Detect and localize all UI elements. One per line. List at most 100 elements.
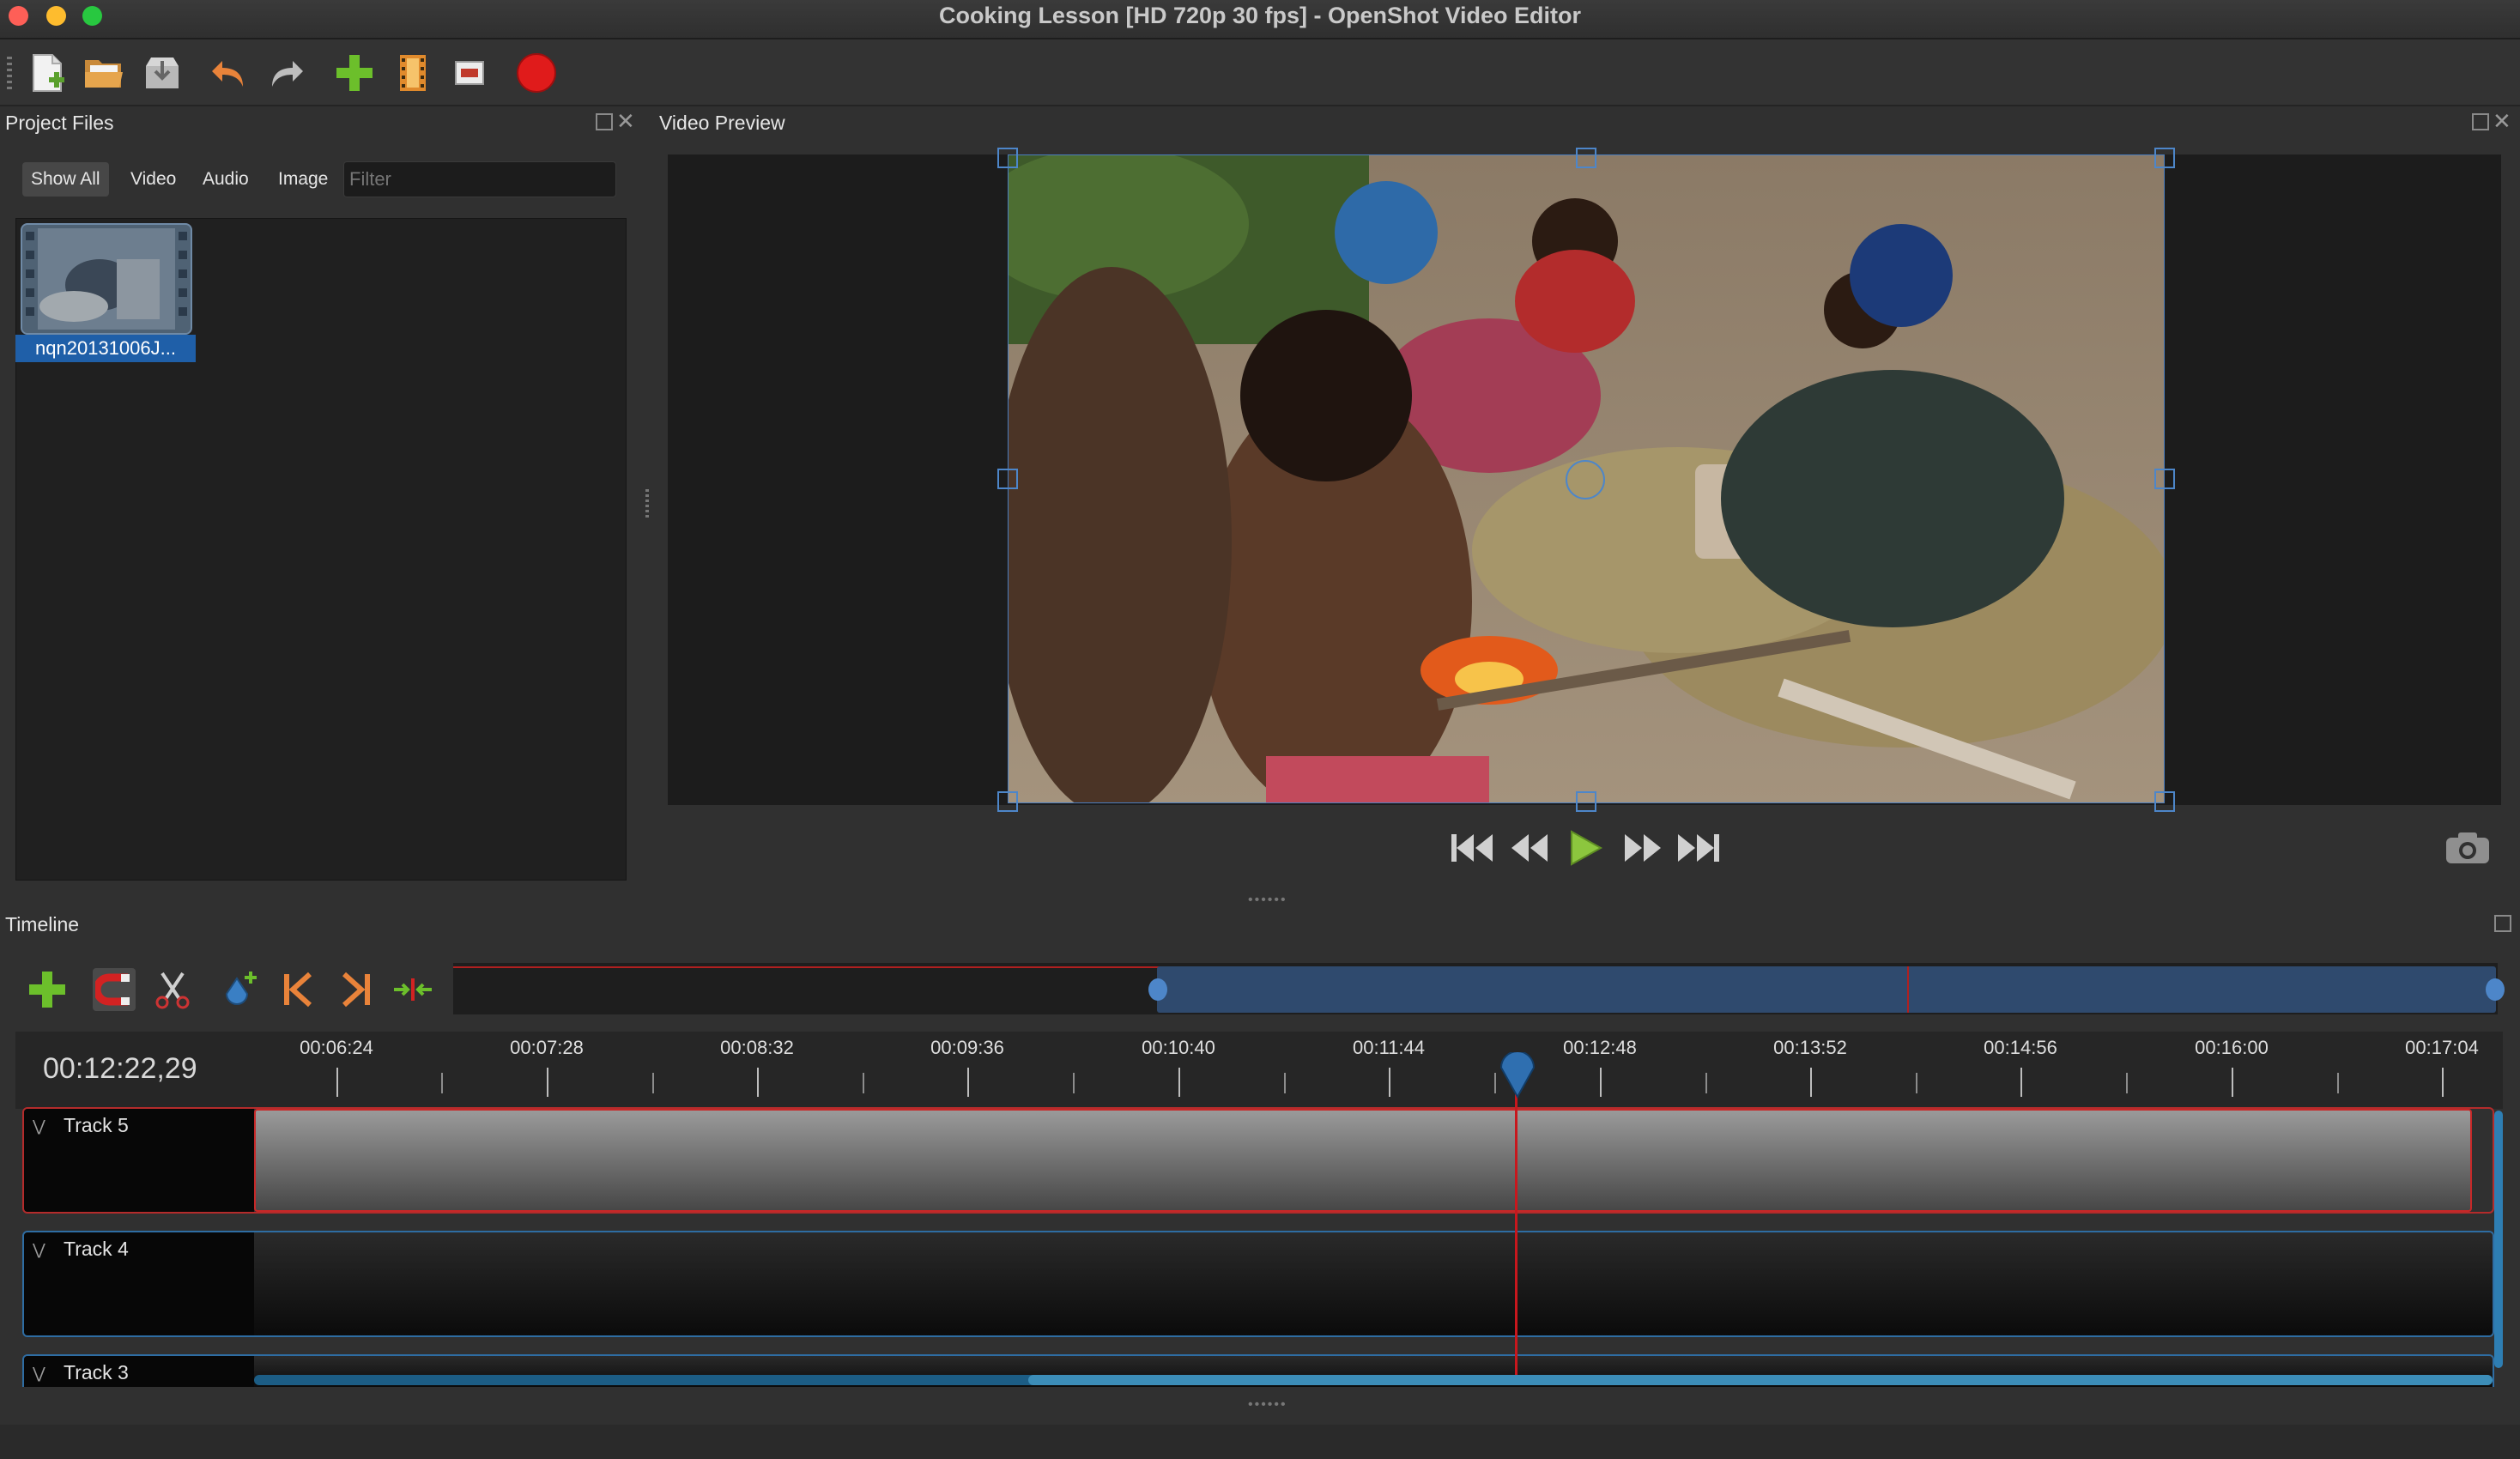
ruler-label: 00:07:28 — [510, 1037, 584, 1058]
save-project-button[interactable] — [141, 51, 184, 94]
ruler-tick — [336, 1068, 338, 1097]
fullscreen-icon — [455, 61, 484, 85]
ruler-tick — [863, 1073, 864, 1093]
ruler-label: 00:08:32 — [720, 1037, 794, 1058]
project-files-title: Project Files — [5, 112, 114, 134]
zoom-range-right-handle[interactable] — [2486, 978, 2505, 1001]
transform-handle[interactable] — [2154, 469, 2175, 489]
transform-handle[interactable] — [997, 469, 1018, 489]
import-files-button[interactable] — [333, 51, 376, 94]
ruler-tick — [1178, 1068, 1180, 1097]
transform-handle[interactable] — [997, 148, 1018, 168]
new-file-icon — [33, 54, 64, 92]
undo-button[interactable] — [206, 51, 249, 94]
next-marker-button[interactable] — [335, 968, 378, 1011]
redo-button[interactable] — [266, 51, 309, 94]
open-project-button[interactable] — [82, 51, 125, 94]
fullscreen-button[interactable] — [448, 51, 491, 94]
tab-video[interactable]: Video — [122, 162, 185, 197]
save-icon — [146, 58, 179, 88]
current-time-display: 00:12:22,29 — [43, 1052, 197, 1085]
zoom-range-selection[interactable] — [1157, 966, 2496, 1013]
tab-audio[interactable]: Audio — [194, 162, 257, 197]
collapse-track-icon[interactable]: ⋁ — [33, 1365, 45, 1383]
jump-end-button[interactable] — [1674, 826, 1725, 870]
folder-open-icon — [85, 60, 123, 88]
transform-handle[interactable] — [997, 791, 1018, 812]
rewind-button[interactable] — [1504, 826, 1555, 870]
track-5[interactable]: ⋁ Track 5 — [22, 1107, 2494, 1214]
transform-handle[interactable] — [2154, 148, 2175, 168]
file-name-label[interactable]: nqn20131006J... — [15, 335, 196, 362]
video-preview-title: Video Preview — [659, 112, 785, 134]
ruler-tick — [2020, 1068, 2022, 1097]
choose-profile-button[interactable] — [391, 51, 434, 94]
float-dock-icon[interactable] — [596, 113, 613, 130]
collapse-track-icon[interactable]: ⋁ — [33, 1241, 45, 1259]
time-ruler[interactable] — [15, 1032, 2503, 1109]
add-track-icon — [29, 972, 65, 1008]
jump-start-button[interactable] — [1445, 826, 1497, 870]
file-thumbnail[interactable] — [21, 223, 192, 335]
float-dock-icon[interactable] — [2472, 113, 2489, 130]
transform-origin-handle[interactable] — [1566, 460, 1605, 499]
fast-forward-icon — [1625, 834, 1661, 862]
transform-handle[interactable] — [1576, 148, 1596, 168]
tab-show-all[interactable]: Show All — [22, 162, 109, 197]
snap-toggle-button[interactable] — [93, 968, 136, 1011]
add-marker-button[interactable] — [218, 968, 261, 1011]
track-header[interactable] — [24, 1109, 254, 1212]
snap-magnet-icon — [95, 973, 130, 1006]
vertical-scrollbar[interactable] — [2494, 1111, 2503, 1368]
timeline-clip[interactable] — [254, 1109, 2472, 1212]
window-title: Cooking Lesson [HD 720p 30 fps] - OpenSh… — [938, 3, 1582, 28]
toolbar-grip[interactable] — [7, 57, 12, 89]
float-dock-icon[interactable] — [2494, 915, 2511, 932]
ruler-tick — [2126, 1073, 2128, 1093]
dock-splitter-handle[interactable] — [645, 489, 649, 518]
play-icon — [1571, 830, 1603, 866]
ruler-tick — [1284, 1073, 1286, 1093]
ruler-tick — [547, 1068, 548, 1097]
close-dock-icon[interactable]: ✕ — [616, 108, 635, 135]
add-track-button[interactable] — [26, 968, 69, 1011]
ruler-tick — [757, 1068, 759, 1097]
tab-image[interactable]: Image — [270, 162, 336, 197]
playhead-marker-icon — [1499, 1050, 1536, 1099]
ruler-label: 00:11:44 — [1352, 1037, 1426, 1058]
play-button[interactable] — [1559, 826, 1610, 870]
track-name: Track 3 — [64, 1361, 129, 1383]
playhead-line[interactable] — [1515, 1073, 1517, 1377]
record-icon — [517, 53, 556, 93]
ruler-tick — [1389, 1068, 1390, 1097]
previous-marker-button[interactable] — [276, 968, 319, 1011]
dock-splitter-handle[interactable]: •••••• — [1248, 1397, 1287, 1413]
playhead-handle[interactable] — [1498, 1050, 1537, 1105]
ruler-tick — [1916, 1073, 1917, 1093]
dock-splitter-handle[interactable]: •••••• — [1248, 893, 1287, 908]
track-4[interactable]: ⋁ Track 4 — [22, 1231, 2494, 1337]
new-project-button[interactable] — [26, 51, 69, 94]
zoom-range-left-handle[interactable] — [1148, 978, 1167, 1001]
track-header[interactable] — [24, 1232, 254, 1335]
ruler-label: 00:14:56 — [1984, 1037, 2057, 1058]
track-lane[interactable] — [254, 1232, 2493, 1335]
camera-icon — [2446, 832, 2489, 863]
fast-forward-button[interactable] — [1617, 826, 1669, 870]
ruler-label: 00:17:04 — [2405, 1037, 2479, 1058]
horizontal-scrollbar-thumb[interactable] — [1028, 1375, 2493, 1385]
ruler-label: 00:16:00 — [2195, 1037, 2269, 1058]
transform-handle[interactable] — [2154, 791, 2175, 812]
snapshot-button[interactable] — [2444, 829, 2491, 869]
razor-tool-button[interactable] — [151, 968, 194, 1011]
center-playhead-icon — [394, 978, 432, 1001]
collapse-track-icon[interactable]: ⋁ — [33, 1117, 45, 1135]
ruler-tick — [967, 1068, 969, 1097]
center-playhead-button[interactable] — [391, 968, 434, 1011]
export-video-button[interactable] — [515, 51, 558, 94]
filter-input[interactable] — [343, 161, 616, 197]
jump-end-icon — [1678, 834, 1719, 862]
track-header[interactable] — [24, 1356, 254, 1387]
close-dock-icon[interactable]: ✕ — [2493, 108, 2511, 135]
transform-handle[interactable] — [1576, 791, 1596, 812]
